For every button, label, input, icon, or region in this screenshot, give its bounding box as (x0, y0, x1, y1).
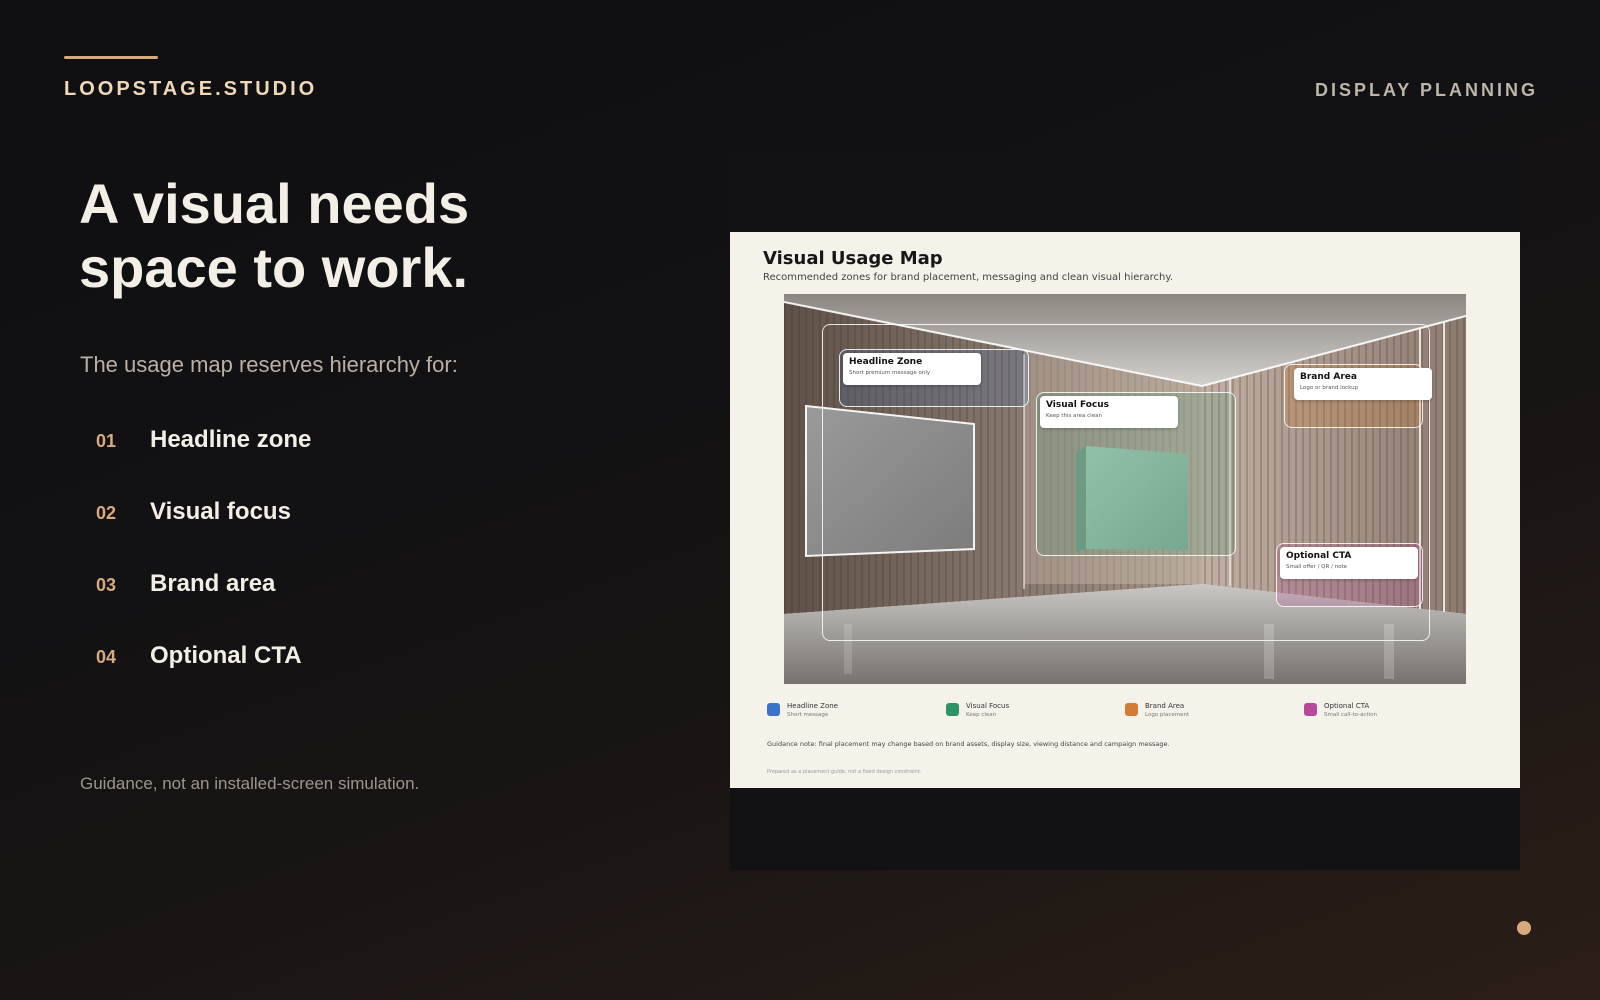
legend-name: Visual Focus (966, 702, 1010, 710)
list-item: 04 Optional CTA (96, 642, 311, 714)
item-number: 03 (96, 575, 117, 595)
map-subtitle: Recommended zones for brand placement, m… (763, 272, 1174, 283)
list-item: 01 Headline zone (96, 426, 311, 498)
legend-item-optional-cta: Optional CTA Small call-to-action (1304, 702, 1377, 718)
item-number: 02 (96, 503, 117, 523)
zone-title: Optional CTA (1286, 551, 1352, 561)
list-item: 02 Visual focus (96, 498, 311, 570)
accent-line (64, 56, 158, 59)
legend-item-headline: Headline Zone Short message (767, 702, 838, 718)
slide-indicator-dot[interactable] (1517, 921, 1531, 935)
legend-name: Headline Zone (787, 702, 838, 710)
brand-name: LOOPSTAGE.STUDIO (64, 78, 318, 100)
legend-swatch (946, 703, 959, 716)
zone-title: Visual Focus (1046, 400, 1110, 410)
legend-item-brand-area: Brand Area Logo placement (1125, 702, 1189, 718)
zone-subtitle: Keep this area clean (1046, 413, 1102, 419)
zone-title: Headline Zone (849, 357, 923, 367)
usage-map-preview: Visual Usage Map Recommended zones for b… (730, 152, 1520, 870)
legend-desc: Logo placement (1145, 712, 1190, 718)
section-label: DISPLAY PLANNING (1314, 80, 1538, 100)
visual-focus-card: Visual Focus Keep this area clean (1040, 396, 1178, 428)
legend-swatch (1125, 703, 1138, 716)
zone-title: Brand Area (1300, 372, 1357, 382)
intro-text: The usage map reserves hierarchy for: (80, 352, 458, 377)
legend-name: Optional CTA (1324, 702, 1370, 710)
zone-subtitle: Logo or brand lockup (1300, 385, 1359, 391)
zone-subtitle: Small offer / QR / note (1286, 564, 1348, 570)
legend-desc: Keep clean (966, 712, 997, 718)
item-label: Headline zone (150, 426, 312, 453)
brand-area-card: Brand Area Logo or brand lockup (1294, 368, 1432, 400)
legend-desc: Small call-to-action (1324, 712, 1377, 718)
optional-cta-card: Optional CTA Small offer / QR / note (1280, 547, 1418, 579)
map-title: Visual Usage Map (763, 248, 943, 269)
item-label: Brand area (150, 570, 276, 597)
usage-map-document: Visual Usage Map Recommended zones for b… (730, 232, 1520, 788)
legend-item-visual-focus: Visual Focus Keep clean (946, 702, 1009, 718)
item-label: Visual focus (150, 498, 291, 525)
legend-swatch (767, 703, 780, 716)
headline-zone-card: Headline Zone Short premium message only (843, 353, 981, 385)
hierarchy-list: 01 Headline zone 02 Visual focus 03 Bran… (96, 426, 311, 714)
list-item: 03 Brand area (96, 570, 311, 642)
zone-subtitle: Short premium message only (849, 370, 931, 376)
legend-name: Brand Area (1145, 702, 1185, 710)
room-render: Headline Zone Short premium message only… (784, 294, 1466, 684)
page-headline: A visual needs space to work. (79, 172, 470, 299)
guidance-note: Guidance note: final placement may chang… (767, 740, 1170, 748)
prepared-note: Prepared as a placement guide, not a fix… (767, 769, 922, 775)
footnote: Guidance, not an installed-screen simula… (80, 774, 420, 793)
item-number: 01 (96, 431, 117, 451)
map-legend: Headline Zone Short message Visual Focus… (767, 702, 1483, 722)
legend-swatch (1304, 703, 1317, 716)
item-label: Optional CTA (150, 642, 302, 669)
item-number: 04 (96, 647, 117, 667)
legend-desc: Short message (787, 712, 829, 718)
